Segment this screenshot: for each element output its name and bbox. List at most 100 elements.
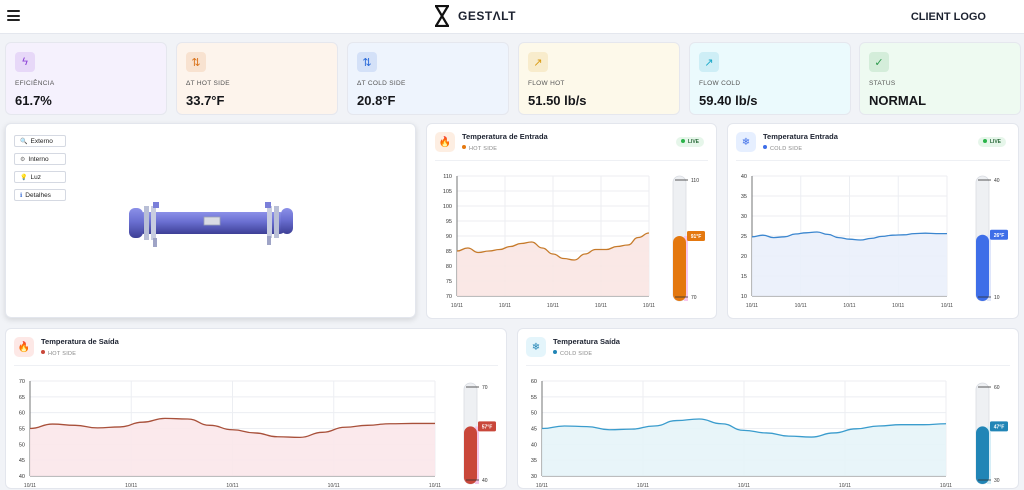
gauge-max-label: 60 bbox=[994, 385, 1000, 391]
gauge-value: 47°F bbox=[994, 424, 1005, 430]
x-tick-label: 10/11 bbox=[328, 483, 340, 489]
kpi-label: FLOW COLD bbox=[699, 80, 740, 87]
y-tick-label: 35 bbox=[741, 194, 747, 200]
thermometer-fill bbox=[976, 426, 989, 484]
thermometer-fill bbox=[673, 236, 686, 301]
y-tick-label: 60 bbox=[19, 411, 25, 417]
y-tick-label: 60 bbox=[531, 379, 537, 385]
gauge-min-label: 40 bbox=[482, 478, 488, 484]
kpi-value: NORMAL bbox=[869, 93, 926, 108]
chart-svg: 4045505560657010/1110/1110/1110/1110/117… bbox=[6, 329, 508, 490]
y-tick-label: 105 bbox=[443, 189, 452, 195]
view-button-interno[interactable]: ⚙Interno bbox=[14, 153, 66, 165]
client-logo: CLIENT LOGO bbox=[911, 11, 986, 23]
y-tick-label: 30 bbox=[531, 474, 537, 480]
gauge-min-label: 70 bbox=[691, 295, 697, 301]
y-tick-label: 70 bbox=[446, 294, 452, 300]
y-tick-label: 65 bbox=[19, 395, 25, 401]
x-tick-label: 10/11 bbox=[499, 303, 511, 309]
kpi-card: ⇅ ΔT COLD SIDE 20.8°F bbox=[347, 42, 509, 115]
kpi-label: FLOW HOT bbox=[528, 80, 565, 87]
y-tick-label: 80 bbox=[446, 264, 452, 270]
kpi-label: STATUS bbox=[869, 80, 895, 87]
kpi-card: ↗ FLOW COLD 59.40 lb/s bbox=[689, 42, 851, 115]
x-tick-label: 10/11 bbox=[24, 483, 36, 489]
search-icon: 🔍 bbox=[20, 138, 27, 145]
x-tick-label: 10/11 bbox=[429, 483, 441, 489]
y-tick-label: 40 bbox=[741, 174, 747, 180]
gauge-min-label: 30 bbox=[994, 478, 1000, 484]
gauge-value: 91°F bbox=[691, 234, 702, 240]
view-button-detalhes[interactable]: ℹDetalhes bbox=[14, 189, 66, 201]
y-tick-label: 25 bbox=[741, 234, 747, 240]
heat-exchanger-model[interactable] bbox=[127, 200, 297, 250]
x-tick-label: 10/11 bbox=[795, 303, 807, 309]
gauge-min-label: 10 bbox=[994, 295, 1000, 301]
x-tick-label: 10/11 bbox=[940, 483, 952, 489]
top-bar: GESTΛLT CLIENT LOGO bbox=[0, 0, 1024, 34]
chart-card-c4: ❄ Temperatura Saída COLD SIDE 3035404550… bbox=[517, 328, 1019, 489]
kpi-card: ↗ FLOW HOT 51.50 lb/s bbox=[518, 42, 680, 115]
view-button-label: Luz bbox=[30, 174, 40, 181]
chart-svg: 1015202530354010/1110/1110/1110/1110/114… bbox=[728, 124, 1020, 320]
gauge-max-label: 70 bbox=[482, 385, 488, 391]
chart-card-c2: ❄ Temperatura Entrada COLD SIDE LIVE 101… bbox=[727, 123, 1019, 319]
y-tick-label: 20 bbox=[741, 254, 747, 260]
y-tick-label: 35 bbox=[531, 458, 537, 464]
chart-card-c3: 🔥 Temperatura de Saída HOT SIDE 40455055… bbox=[5, 328, 507, 489]
kpi-value: 20.8°F bbox=[357, 93, 395, 108]
gear-icon: ⚙ bbox=[20, 156, 25, 163]
kpi-card: ϟ EFICIÊNCIA 61.7% bbox=[5, 42, 167, 115]
kpi-value: 61.7% bbox=[15, 93, 52, 108]
check-circle-icon: ✓ bbox=[869, 52, 889, 72]
x-tick-label: 10/11 bbox=[892, 303, 904, 309]
series-area bbox=[752, 232, 947, 296]
kpi-card: ⇅ ΔT HOT SIDE 33.7°F bbox=[176, 42, 338, 115]
swap-vertical-icon: ⇅ bbox=[186, 52, 206, 72]
y-tick-label: 85 bbox=[446, 249, 452, 255]
y-tick-label: 40 bbox=[531, 442, 537, 448]
gauge-max-label: 110 bbox=[691, 178, 699, 184]
y-tick-label: 50 bbox=[19, 442, 25, 448]
kpi-label: ΔT HOT SIDE bbox=[186, 80, 230, 87]
thermometer-fill bbox=[464, 426, 477, 484]
hourglass-icon bbox=[433, 5, 451, 27]
y-tick-label: 100 bbox=[443, 204, 452, 210]
kpi-label: EFICIÊNCIA bbox=[15, 80, 54, 87]
y-tick-label: 45 bbox=[19, 458, 25, 464]
kpi-card: ✓ STATUS NORMAL bbox=[859, 42, 1021, 115]
view-button-luz[interactable]: 💡Luz bbox=[14, 171, 66, 183]
chart-svg: 3035404550556010/1110/1110/1110/1110/116… bbox=[518, 329, 1020, 490]
y-tick-label: 110 bbox=[443, 174, 452, 180]
heat-exchanger-view[interactable]: 🔍Externo ⚙Interno 💡Luz ℹDetalhes bbox=[5, 123, 416, 318]
x-tick-label: 10/11 bbox=[843, 303, 855, 309]
view-button-externo[interactable]: 🔍Externo bbox=[14, 135, 66, 147]
kpi-value: 59.40 lb/s bbox=[699, 93, 758, 108]
info-icon: ℹ bbox=[20, 192, 22, 199]
x-tick-label: 10/11 bbox=[595, 303, 607, 309]
view-button-label: Externo bbox=[30, 138, 52, 145]
light-icon: 💡 bbox=[20, 174, 27, 181]
kpi-value: 51.50 lb/s bbox=[528, 93, 587, 108]
y-tick-label: 50 bbox=[531, 411, 537, 417]
x-tick-label: 10/11 bbox=[536, 483, 548, 489]
gauge-value: 57°F bbox=[482, 424, 493, 430]
gauge-max-label: 40 bbox=[994, 178, 1000, 184]
x-tick-label: 10/11 bbox=[226, 483, 238, 489]
bolt-icon: ϟ bbox=[15, 52, 35, 72]
trend-up-icon: ↗ bbox=[528, 52, 548, 72]
x-tick-label: 10/11 bbox=[451, 303, 463, 309]
x-tick-label: 10/11 bbox=[738, 483, 750, 489]
y-tick-label: 95 bbox=[446, 219, 452, 225]
y-tick-label: 90 bbox=[446, 234, 452, 240]
brand-logo: GESTΛLT bbox=[433, 5, 516, 27]
chart-svg: 70 75 80 85 90 95 100 105 110 10/11 10/11 10/11 10/1… bbox=[427, 124, 718, 320]
menu-icon[interactable] bbox=[7, 10, 20, 21]
kpi-value: 33.7°F bbox=[186, 93, 224, 108]
y-tick-label: 75 bbox=[446, 279, 452, 285]
view-button-label: Interno bbox=[28, 156, 48, 163]
view-button-label: Detalhes bbox=[25, 192, 51, 199]
x-tick-label: 10/11 bbox=[547, 303, 559, 309]
x-tick-label: 10/11 bbox=[746, 303, 758, 309]
gauge-value: 26°F bbox=[994, 233, 1005, 239]
